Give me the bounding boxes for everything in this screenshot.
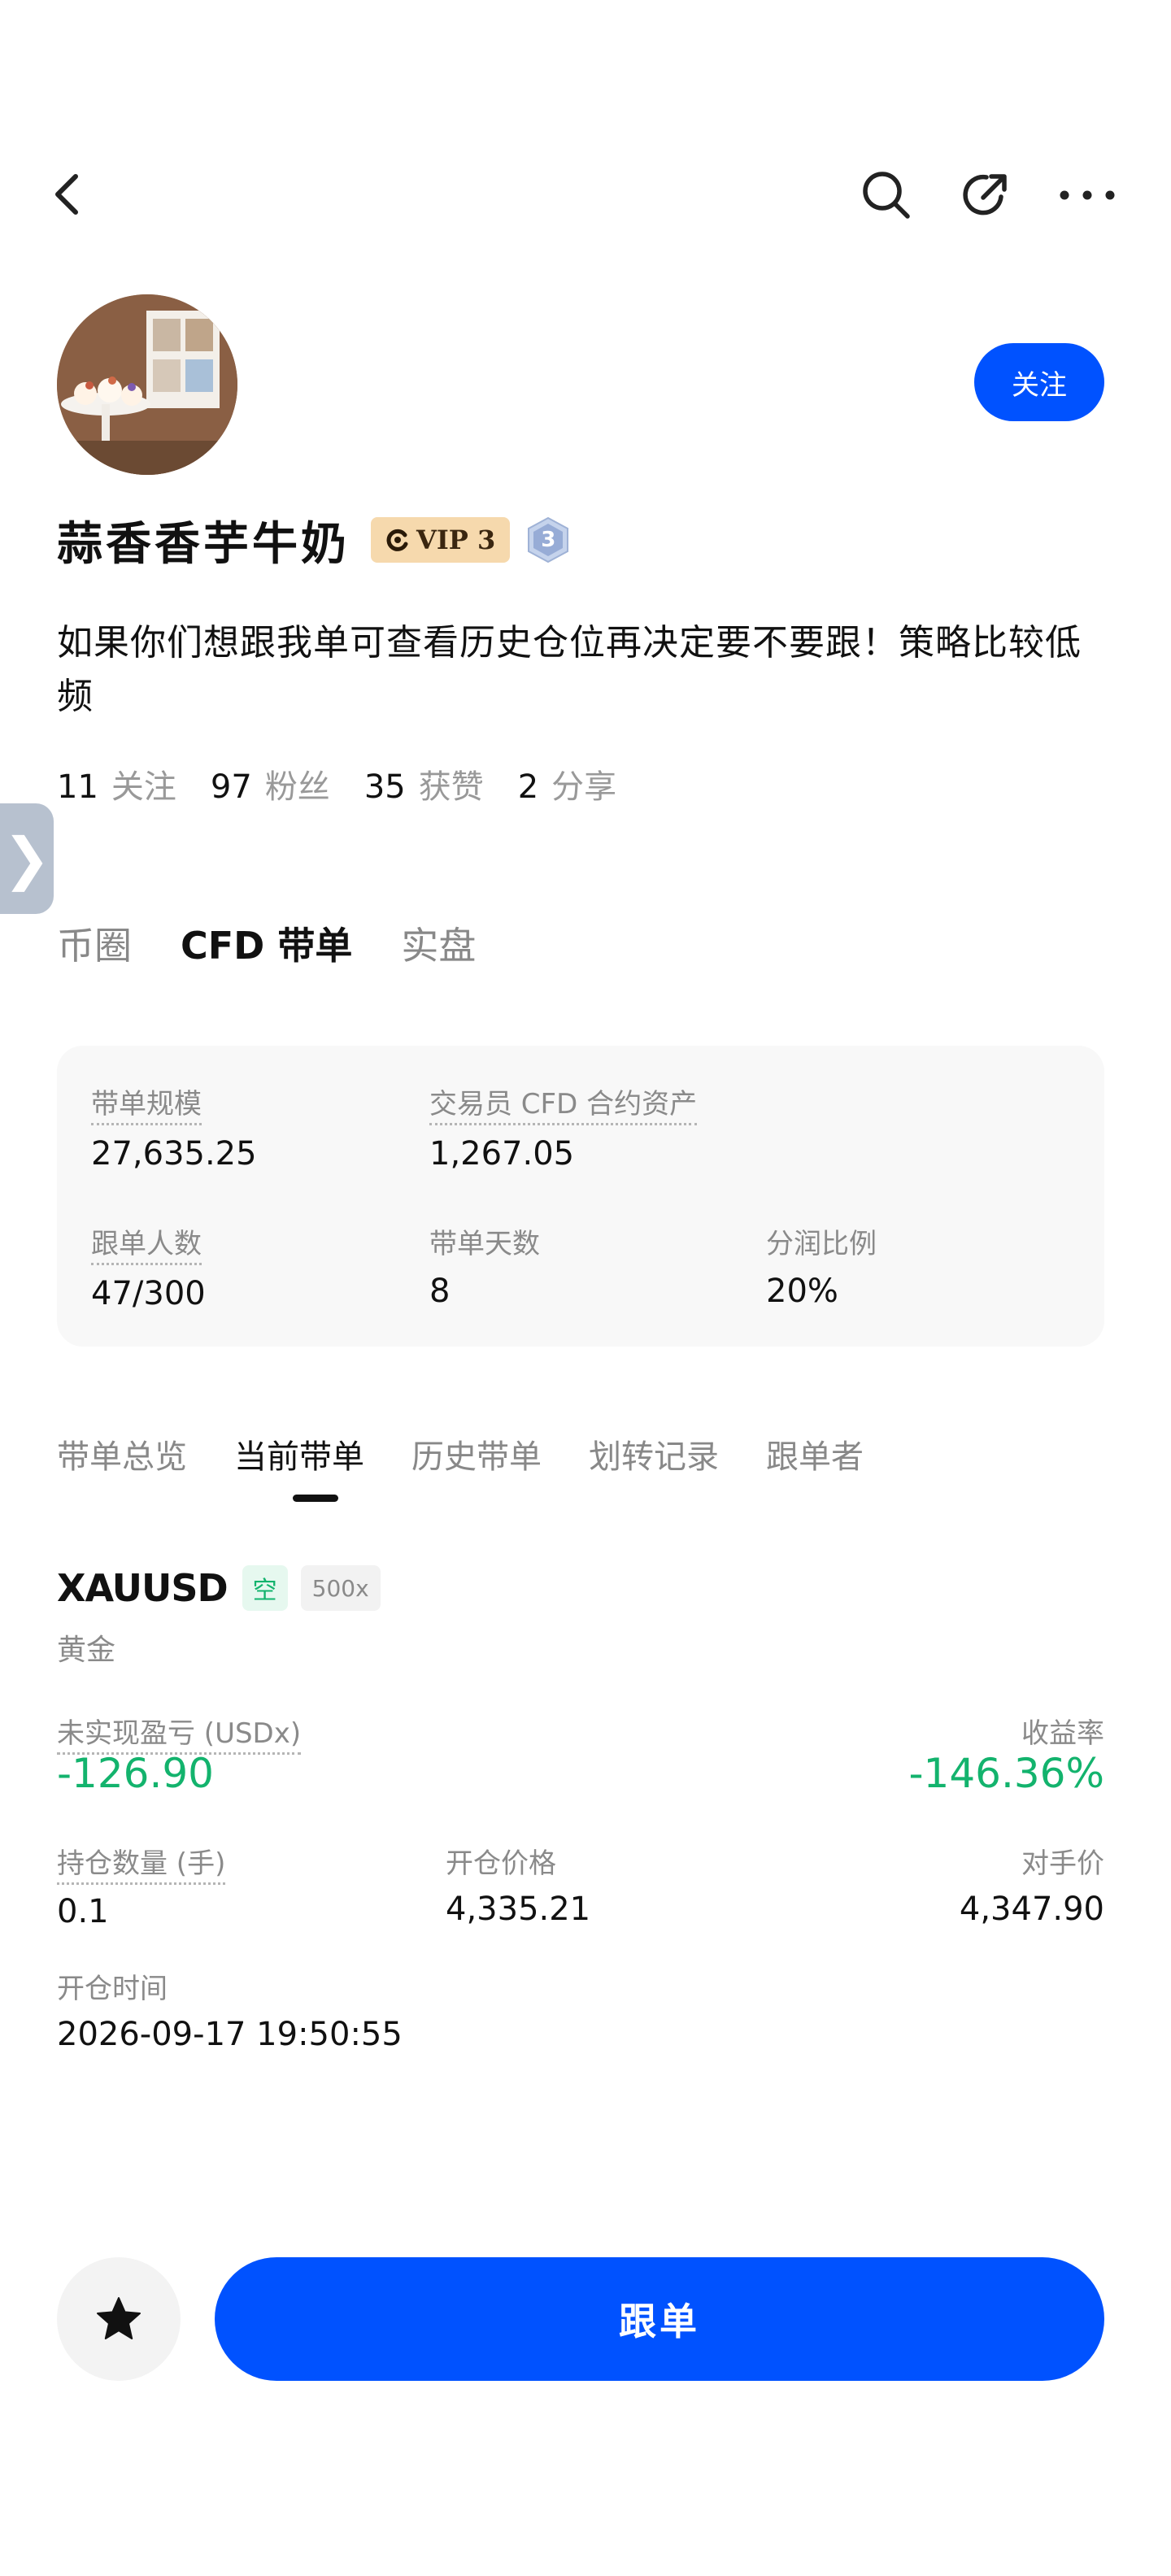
metric-label[interactable]: 跟单人数 — [91, 1221, 202, 1265]
stat-likes[interactable]: 35 获赞 — [364, 760, 484, 807]
pnl-value: -126.90 — [57, 1750, 214, 1797]
metric-label[interactable]: 交易员 CFD 合约资产 — [429, 1081, 698, 1125]
avatar[interactable] — [57, 294, 237, 475]
metric-value: 1,267.05 — [429, 1135, 575, 1173]
side-drawer-handle[interactable]: ❯ — [0, 803, 54, 914]
tab-current-positions[interactable]: 当前带单 — [234, 1430, 364, 1477]
back-button[interactable] — [39, 166, 96, 223]
chevron-left-icon — [55, 174, 78, 215]
detail-open-price: 开仓价格 4,335.21 — [446, 1841, 590, 1928]
roe-label: 收益率 — [1021, 1717, 1104, 1750]
metric-label: 分润比例 — [766, 1228, 877, 1260]
tab-copiers[interactable]: 跟单者 — [766, 1430, 864, 1477]
favorite-button[interactable] — [57, 2257, 181, 2381]
more-icon — [1060, 190, 1115, 200]
stats-row: 11 关注 97 粉丝 35 获赞 2 分享 — [57, 759, 651, 808]
level-badge: 3 — [525, 516, 572, 564]
level-number: 3 — [541, 528, 556, 552]
stat-followers[interactable]: 97 粉丝 — [211, 760, 330, 807]
detail-value: 4,347.90 — [959, 1891, 1104, 1928]
vip-logo-icon — [386, 529, 408, 551]
share-button[interactable] — [953, 163, 1018, 228]
metric-followers: 跟单人数 47/300 — [91, 1221, 206, 1312]
chevron-right-icon: ❯ — [2, 825, 51, 892]
stat-value: 35 — [363, 768, 406, 806]
detail-label: 开仓价格 — [446, 1847, 556, 1880]
stat-label: 获赞 — [418, 768, 484, 806]
top-bar — [0, 154, 1171, 236]
detail-value: 2026-09-17 19:50:55 — [57, 2016, 403, 2053]
summary-card: 带单规模 27,635.25 交易员 CFD 合约资产 1,267.05 跟单人… — [57, 1046, 1104, 1347]
search-button[interactable] — [854, 163, 919, 228]
active-tab-indicator — [293, 1495, 338, 1502]
detail-label[interactable]: 持仓数量 (手) — [57, 1841, 226, 1885]
roe-value: -146.36% — [908, 1750, 1104, 1797]
side-badge: 空 — [242, 1565, 288, 1611]
pnl-label[interactable]: 未实现盈亏 (USDx) — [57, 1711, 302, 1755]
content-tabs: 带单总览 当前带单 历史带单 划转记录 跟单者 — [57, 1421, 911, 1486]
detail-label: 开仓时间 — [57, 1973, 168, 2005]
tab-live[interactable]: 实盘 — [401, 916, 476, 970]
stat-shares[interactable]: 2 分享 — [518, 760, 616, 807]
detail-open-time: 开仓时间 2026-09-17 19:50:55 — [57, 1966, 403, 2053]
metric-value: 47/300 — [91, 1275, 206, 1312]
metric-days: 带单天数 8 — [429, 1221, 540, 1310]
detail-label: 对手价 — [1021, 1847, 1104, 1880]
profile-bio: 如果你们想跟我单可查看历史仓位再决定要不要跟！策略比较低频 — [57, 622, 1082, 717]
user-name: 蒜香香芋牛奶 — [57, 517, 350, 571]
avatar-image — [57, 294, 237, 475]
metric-profit-share: 分润比例 20% — [766, 1221, 877, 1310]
stat-following[interactable]: 11 关注 — [57, 760, 176, 807]
share-icon — [963, 174, 1007, 215]
metric-label: 带单天数 — [429, 1228, 540, 1260]
metric-assets: 交易员 CFD 合约资产 1,267.05 — [429, 1081, 698, 1173]
position-header: XAUUSD 空 500x — [57, 1560, 381, 1617]
metric-scale: 带单规模 27,635.25 — [91, 1081, 257, 1173]
stat-label: 粉丝 — [264, 768, 330, 806]
star-icon — [97, 2297, 141, 2339]
metric-label[interactable]: 带单规模 — [91, 1081, 202, 1125]
position-name: 黄金 — [57, 1634, 116, 1667]
vip-badge[interactable]: VIP 3 — [371, 517, 511, 563]
stat-value: 2 — [517, 768, 539, 806]
search-icon — [863, 172, 910, 219]
stat-label: 关注 — [111, 768, 176, 806]
metric-value: 27,635.25 — [91, 1135, 257, 1173]
stat-value: 11 — [57, 768, 98, 806]
copy-trade-button[interactable]: 跟单 — [215, 2257, 1104, 2381]
tab-cfd-copy[interactable]: CFD 带单 — [181, 916, 352, 970]
pnl-label-text: 未实现盈亏 (USDx) — [57, 1711, 302, 1755]
tab-crypto[interactable]: 币圈 — [57, 916, 132, 970]
vip-label: VIP 3 — [416, 524, 496, 555]
detail-counter-price: 对手价 4,347.90 — [960, 1841, 1104, 1928]
tab-overview[interactable]: 带单总览 — [57, 1430, 187, 1477]
metric-value: 20% — [766, 1273, 838, 1310]
stat-label: 分享 — [551, 768, 617, 806]
name-row: 蒜香香芋牛奶 VIP 3 3 — [57, 507, 572, 572]
leverage-badge: 500x — [300, 1565, 381, 1611]
follow-button[interactable]: 关注 — [974, 343, 1104, 421]
more-button[interactable] — [1051, 163, 1124, 228]
stat-value: 97 — [210, 768, 252, 806]
account-tabs: 币圈 CFD 带单 实盘 — [57, 911, 525, 976]
tab-transfers[interactable]: 划转记录 — [589, 1430, 719, 1477]
detail-quantity: 持仓数量 (手) 0.1 — [57, 1841, 226, 1930]
position-symbol[interactable]: XAUUSD — [57, 1566, 229, 1610]
metric-value: 8 — [429, 1273, 451, 1310]
tab-history[interactable]: 历史带单 — [411, 1430, 542, 1477]
detail-value: 4,335.21 — [446, 1891, 591, 1928]
detail-value: 0.1 — [57, 1893, 109, 1930]
